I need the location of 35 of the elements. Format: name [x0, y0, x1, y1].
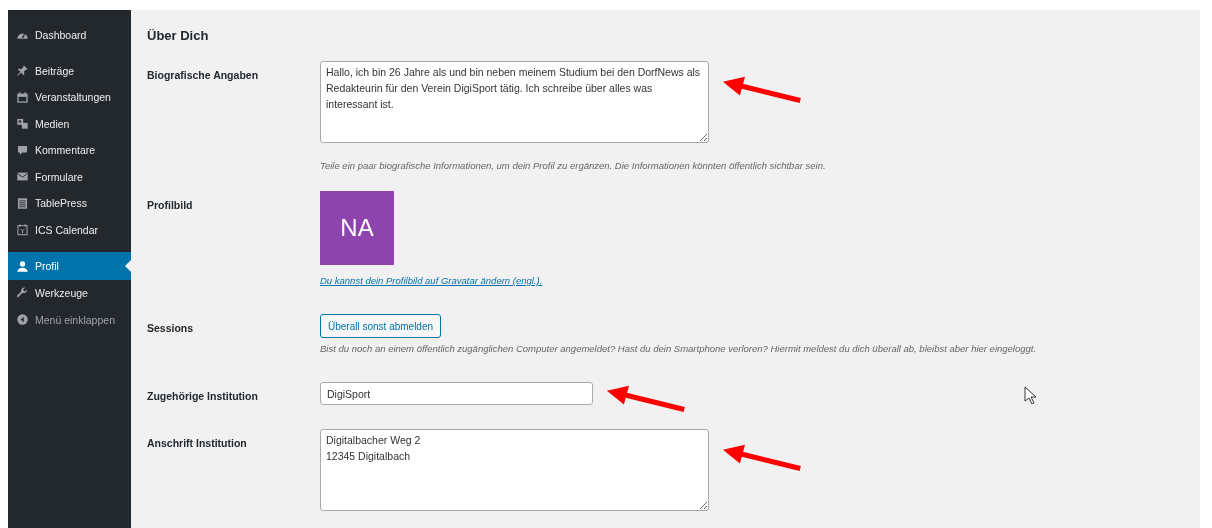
- text-area[interactable]: Hallo, ich bin 26 Jahre als und bin neben meinem Studium bei den DorfNews als Redakteurin für den Verein DigiSport tätig. Ich schreibe über alles was interessant ist.: [320, 61, 709, 143]
- collapse-icon: [16, 313, 29, 327]
- wrench-icon: [16, 286, 29, 300]
- field-label: Profilbild: [147, 198, 194, 213]
- media-icon: [16, 117, 29, 131]
- menu-item[interactable]: TablePress: [8, 190, 131, 217]
- menu-item[interactable]: Profil: [8, 252, 131, 280]
- gravatar-link[interactable]: Du kannst dein Profilbild auf Gravatar ändern (engl.).: [320, 275, 543, 286]
- field-description: Bist du noch an einem öffentlich zugänglichen Computer angemeldet? Hast du dein Smartphone verloren? Hiermit meldest du dich überall ab, bleibst aber hier eingeloggt.: [320, 343, 1038, 354]
- field-label: Sessions: [147, 321, 195, 336]
- section-heading: Über Dich: [147, 28, 210, 43]
- calendar-icon: [16, 90, 29, 104]
- user-icon: [16, 259, 29, 273]
- menu-item[interactable]: Veranstaltungen: [8, 84, 131, 111]
- menu-item[interactable]: Formulare: [8, 163, 131, 190]
- avatar-initials: NA: [340, 214, 374, 242]
- mouse-pointer-icon: [1024, 386, 1036, 404]
- field-label: Anschrift Institution: [147, 436, 248, 451]
- field-label: Biografische Angaben: [147, 68, 260, 83]
- pin-icon: [16, 64, 29, 78]
- table-icon: [16, 196, 29, 210]
- menu-item[interactable]: Medien: [8, 110, 131, 137]
- menu-item[interactable]: Beiträge: [8, 57, 131, 84]
- comment-icon: [16, 143, 29, 157]
- menu-item[interactable]: Werkzeuge: [8, 280, 131, 307]
- calendar-icon: [16, 223, 29, 237]
- menu-item[interactable]: Dashboard: [8, 22, 131, 49]
- menu-item[interactable]: Menü einklappen: [8, 306, 131, 333]
- menu-item[interactable]: Kommentare: [8, 137, 131, 164]
- text-area[interactable]: Digitalbacher Weg 2 12345 Digitalbach: [320, 429, 709, 511]
- logout-everywhere-button[interactable]: Überall sonst abmelden: [320, 314, 442, 338]
- text-input[interactable]: DigiSport: [320, 382, 593, 405]
- field-description: Teile ein paar biografische Informationen, um dein Profil zu ergänzen. Die Informationen könnten öffentlich sichtbar sein.: [320, 160, 827, 171]
- field-label: Zugehörige Institution: [147, 389, 259, 404]
- menu-item[interactable]: ICS Calendar: [8, 216, 131, 243]
